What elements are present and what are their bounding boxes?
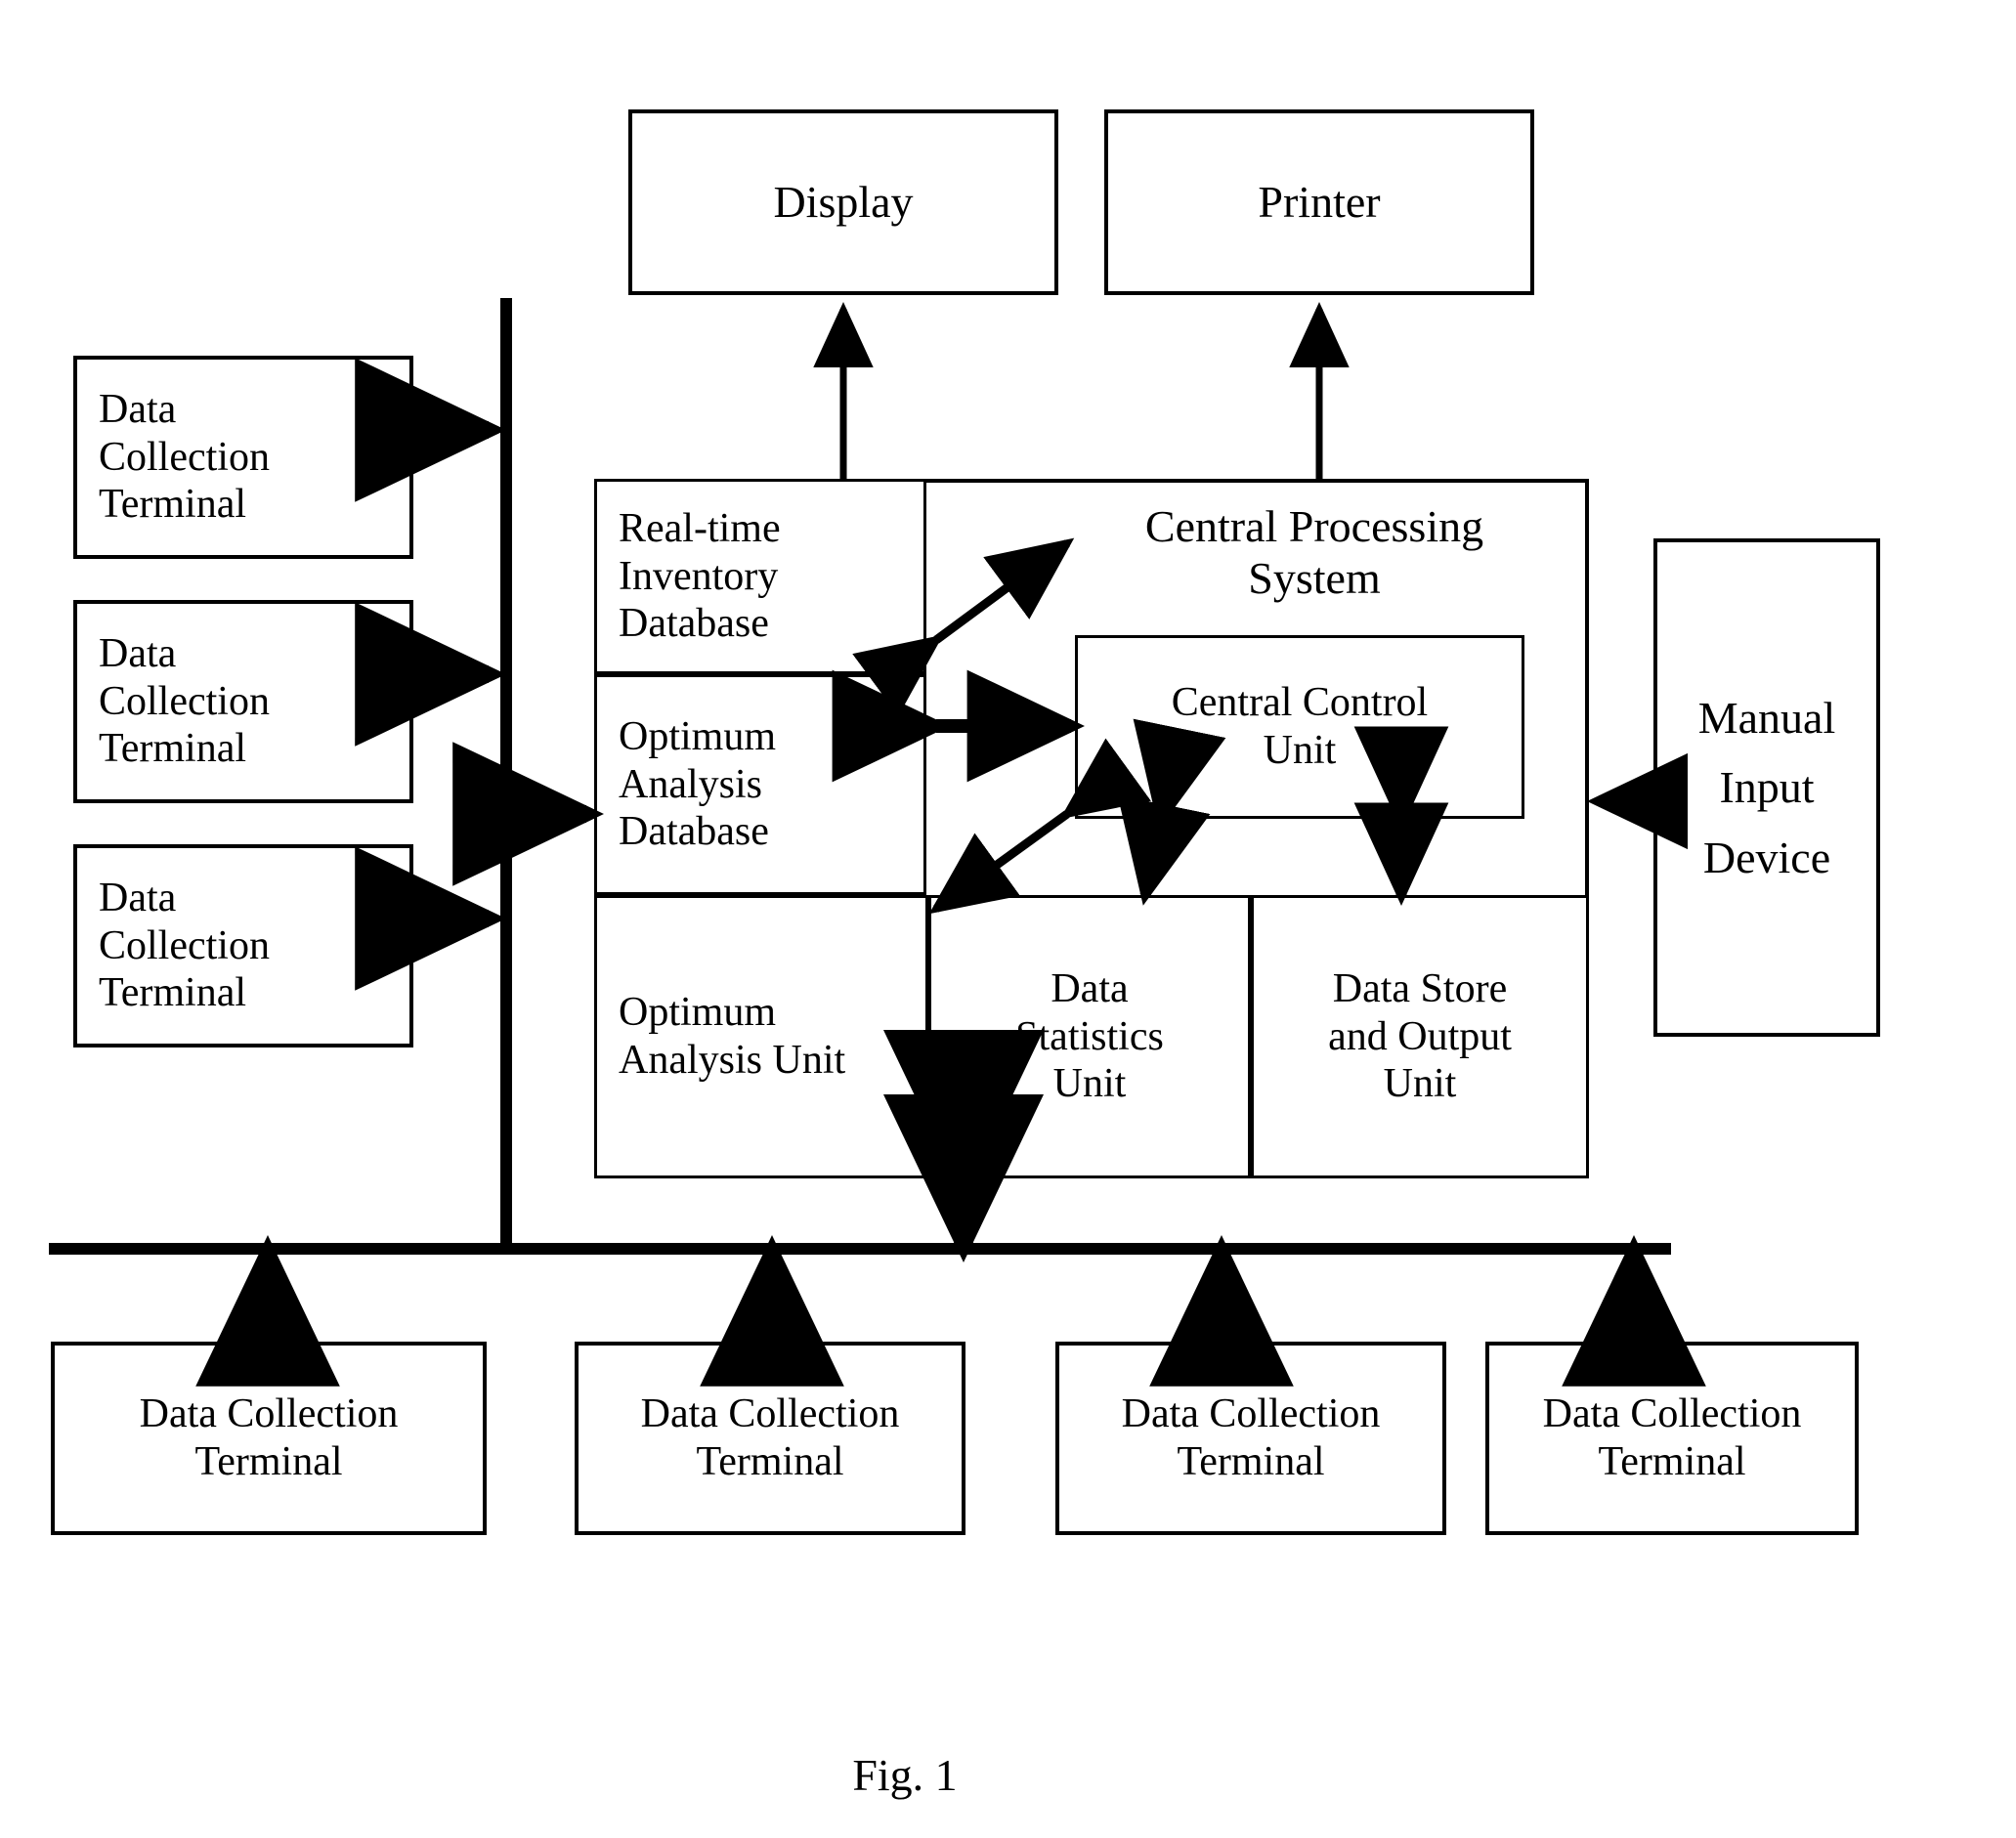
data-store-and-output-unit: Data Store and Output Unit xyxy=(1251,895,1589,1178)
left-terminal-3-label: Data Collection Terminal xyxy=(99,875,270,1016)
left-terminal-1: Data Collection Terminal xyxy=(73,356,413,559)
left-terminal-2: Data Collection Terminal xyxy=(73,600,413,803)
optimum-analysis-unit: Optimum Analysis Unit xyxy=(594,895,928,1178)
data-statistics-unit-label: Data Statistics Unit xyxy=(1015,965,1164,1107)
bottom-terminal-4: Data Collection Terminal xyxy=(1485,1342,1859,1535)
display-box: Display xyxy=(628,109,1058,295)
left-terminal-1-label: Data Collection Terminal xyxy=(99,386,270,528)
central-control-unit-label: Central Control Unit xyxy=(1171,680,1429,773)
central-processing-system-title: Central Processing System xyxy=(1144,501,1484,604)
left-terminal-2-label: Data Collection Terminal xyxy=(99,630,270,772)
bottom-terminal-1-label: Data Collection Terminal xyxy=(139,1391,399,1484)
data-statistics-unit: Data Statistics Unit xyxy=(928,895,1251,1178)
display-label: Display xyxy=(773,177,914,228)
bottom-terminal-4-label: Data Collection Terminal xyxy=(1542,1391,1802,1484)
left-vertical-bus xyxy=(500,298,512,1251)
bottom-terminal-3-label: Data Collection Terminal xyxy=(1121,1391,1381,1484)
bottom-terminal-2: Data Collection Terminal xyxy=(575,1342,965,1535)
data-store-and-output-unit-label: Data Store and Output Unit xyxy=(1328,965,1512,1107)
printer-box: Printer xyxy=(1104,109,1534,295)
bottom-terminal-2-label: Data Collection Terminal xyxy=(640,1391,900,1484)
real-time-inventory-database-label: Real-time Inventory Database xyxy=(619,505,781,647)
central-control-unit: Central Control Unit xyxy=(1075,635,1524,819)
figure-caption: Fig. 1 xyxy=(852,1750,958,1800)
left-terminal-3: Data Collection Terminal xyxy=(73,844,413,1047)
figure-1-diagram: Display Printer Data Collection Terminal… xyxy=(0,0,2016,1838)
bottom-terminal-3: Data Collection Terminal xyxy=(1055,1342,1446,1535)
real-time-inventory-database: Real-time Inventory Database xyxy=(594,479,926,674)
manual-input-device-label: Manual Input Device xyxy=(1697,693,1836,882)
optimum-analysis-database: Optimum Analysis Database xyxy=(594,674,926,895)
bottom-horizontal-bus xyxy=(49,1243,1671,1255)
optimum-analysis-database-label: Optimum Analysis Database xyxy=(619,713,777,855)
printer-label: Printer xyxy=(1258,177,1381,228)
bottom-terminal-1: Data Collection Terminal xyxy=(51,1342,487,1535)
optimum-analysis-unit-label: Optimum Analysis Unit xyxy=(619,990,846,1083)
manual-input-device: Manual Input Device xyxy=(1653,538,1880,1037)
